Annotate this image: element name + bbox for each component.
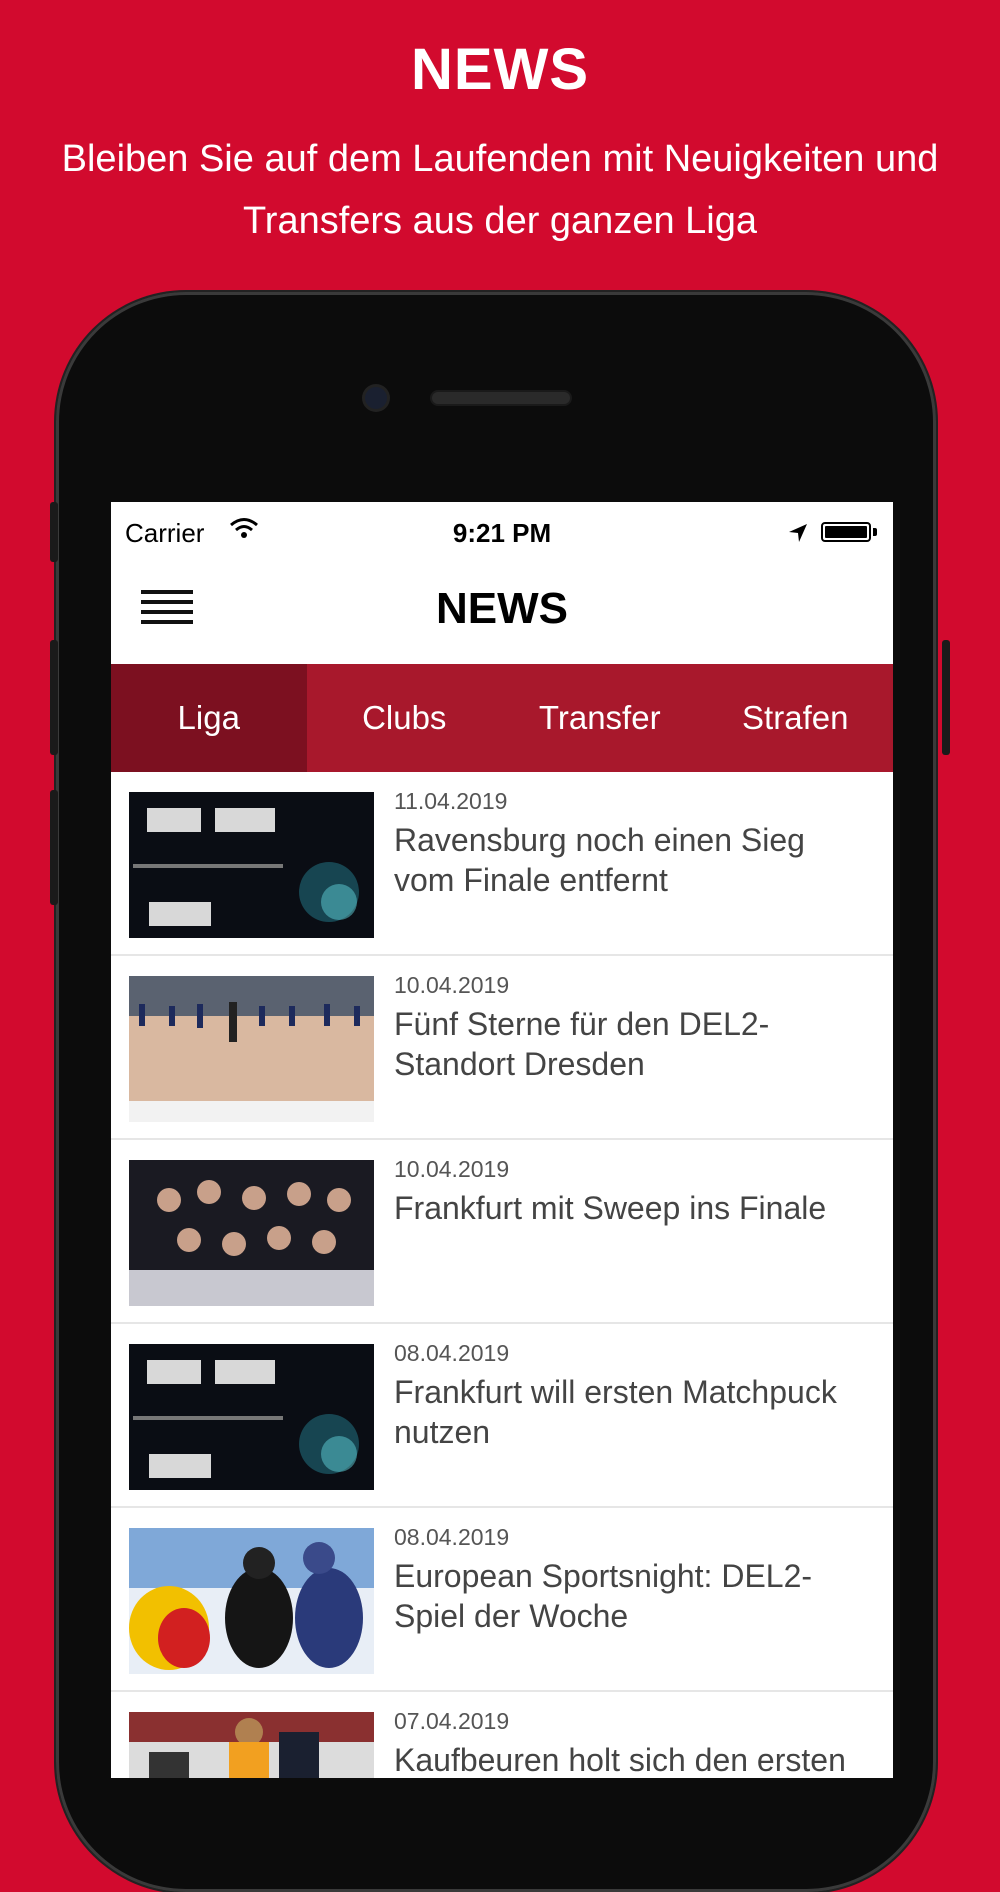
earpiece-speaker — [432, 392, 570, 404]
news-thumbnail — [129, 792, 374, 938]
phone-volume-down — [50, 790, 58, 905]
tab-strafen[interactable]: Strafen — [698, 664, 894, 772]
news-headline: Frankfurt will ersten Matchpuck nutzen — [394, 1374, 837, 1450]
tab-clubs[interactable]: Clubs — [307, 664, 503, 772]
page-title: NEWS — [436, 584, 568, 633]
news-item[interactable]: 07.04.2019 Kaufbeuren holt sich den erst… — [111, 1692, 893, 1778]
app-screen: Carrier 9:21 PM NEWS Liga Clubs Transfer… — [111, 502, 893, 1778]
news-item[interactable]: 10.04.2019 Frankfurt mit Sweep ins Final… — [111, 1140, 893, 1324]
news-headline: European Sportsnight: DEL2-Spiel der Woc… — [394, 1558, 813, 1634]
news-thumbnail — [129, 976, 374, 1122]
news-headline: Frankfurt mit Sweep ins Finale — [394, 1190, 827, 1226]
news-date: 10.04.2019 — [394, 1156, 510, 1182]
news-date: 07.04.2019 — [394, 1708, 510, 1734]
news-item[interactable]: 08.04.2019 Frankfurt will ersten Matchpu… — [111, 1324, 893, 1508]
news-thumbnail — [129, 1160, 374, 1306]
status-bar: Carrier 9:21 PM — [111, 502, 893, 560]
news-thumbnail — [129, 1344, 374, 1490]
phone-volume-up — [50, 640, 58, 755]
news-headline: Fünf Sterne für den DEL2-Standort Dresde… — [394, 1006, 770, 1082]
news-thumbnail — [129, 1528, 374, 1674]
location-arrow-icon — [787, 520, 809, 551]
news-item[interactable]: 11.04.2019 Ravensburg noch einen Sieg vo… — [111, 772, 893, 956]
tab-liga[interactable]: Liga — [111, 664, 307, 772]
news-date: 08.04.2019 — [394, 1524, 510, 1550]
news-date: 11.04.2019 — [394, 788, 508, 814]
promo-title: NEWS — [411, 37, 589, 102]
news-headline: Ravensburg noch einen Sieg vom Finale en… — [394, 822, 805, 898]
news-thumbnail — [129, 1712, 374, 1778]
status-time: 9:21 PM — [452, 518, 552, 548]
news-item[interactable]: 10.04.2019 Fünf Sterne für den DEL2-Stan… — [111, 956, 893, 1140]
news-list: 11.04.2019 Ravensburg noch einen Sieg vo… — [111, 772, 893, 1778]
phone-power-button — [942, 640, 950, 755]
battery-tip — [873, 528, 877, 536]
phone-mute-switch — [50, 502, 58, 562]
promo-subtitle: Bleiben Sie auf dem Laufenden mit Neuigk… — [61, 138, 939, 242]
news-date: 10.04.2019 — [394, 972, 510, 998]
battery-icon — [821, 522, 871, 542]
category-tabs: Liga Clubs Transfer Strafen — [111, 664, 893, 772]
front-camera — [365, 387, 387, 409]
news-date: 08.04.2019 — [394, 1340, 510, 1366]
tab-transfer[interactable]: Transfer — [502, 664, 698, 772]
news-item[interactable]: 08.04.2019 European Sportsnight: DEL2-Sp… — [111, 1508, 893, 1692]
news-headline: Kaufbeuren holt sich den ersten — [394, 1742, 846, 1778]
nav-bar: NEWS — [111, 560, 893, 664]
